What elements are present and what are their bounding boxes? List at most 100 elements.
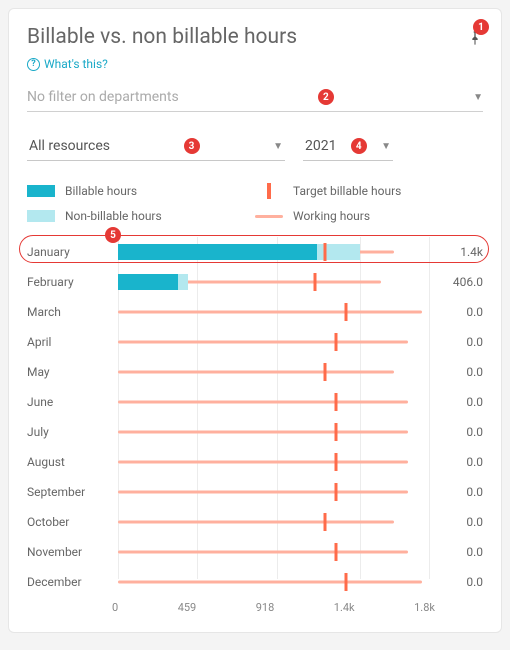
value-label: 0.0 bbox=[435, 575, 483, 589]
help-icon: ? bbox=[27, 58, 40, 71]
bar-area bbox=[118, 237, 429, 267]
billable-bar bbox=[118, 274, 178, 290]
whats-this-label: What's this? bbox=[44, 57, 108, 71]
page-title: Billable vs. non billable hours bbox=[27, 25, 297, 49]
working-hours-line bbox=[118, 461, 408, 464]
value-label: 1.4k bbox=[435, 245, 483, 259]
callout-badge-3: 3 bbox=[184, 138, 200, 154]
working-hours-line bbox=[118, 521, 394, 524]
target-tick bbox=[334, 483, 337, 501]
month-label: July bbox=[27, 425, 112, 439]
chart-row: November 0.0 bbox=[27, 537, 483, 567]
month-label: November bbox=[27, 545, 112, 559]
bar-area bbox=[118, 537, 429, 567]
value-label: 0.0 bbox=[435, 485, 483, 499]
month-label: April bbox=[27, 335, 112, 349]
month-label: March bbox=[27, 305, 112, 319]
working-hours-line bbox=[118, 551, 408, 554]
callout-badge-4: 4 bbox=[351, 138, 367, 154]
target-tick bbox=[334, 543, 337, 561]
chart: January1.4kFebruary406.0March0.0April0.0… bbox=[27, 237, 483, 597]
bar-area bbox=[118, 387, 429, 417]
working-hours-line bbox=[118, 311, 422, 314]
axis-tick: 918 bbox=[256, 601, 275, 614]
legend-working: Working hours bbox=[255, 209, 483, 223]
target-tick bbox=[334, 393, 337, 411]
target-tick bbox=[324, 513, 327, 531]
whats-this-link[interactable]: ? What's this? bbox=[27, 57, 108, 71]
chart-row: September 0.0 bbox=[27, 477, 483, 507]
working-hours-line bbox=[118, 371, 394, 374]
month-label: May bbox=[27, 365, 112, 379]
chart-row: April0.0 bbox=[27, 327, 483, 357]
legend: Billable hours Target billable hours Non… bbox=[27, 183, 483, 223]
value-label: 0.0 bbox=[435, 425, 483, 439]
month-label: September bbox=[27, 485, 112, 499]
value-label: 406.0 bbox=[435, 275, 483, 289]
chevron-down-icon: ▼ bbox=[273, 141, 283, 152]
axis-tick: 1.8k bbox=[414, 601, 435, 614]
year-select[interactable]: 2021 4 ▼ bbox=[303, 134, 393, 161]
bar-area bbox=[118, 267, 429, 297]
month-label: June bbox=[27, 395, 112, 409]
value-label: 0.0 bbox=[435, 305, 483, 319]
bar-area bbox=[118, 417, 429, 447]
callout-badge-2: 2 bbox=[318, 89, 334, 105]
x-axis: 0 459 918 1.4k 1.8k bbox=[27, 601, 483, 614]
target-tick bbox=[345, 573, 348, 591]
value-label: 0.0 bbox=[435, 395, 483, 409]
target-tick bbox=[324, 243, 327, 261]
month-label: August bbox=[27, 455, 112, 469]
target-tick bbox=[345, 303, 348, 321]
resources-select-label: All resources bbox=[29, 138, 110, 154]
month-label: December bbox=[27, 575, 112, 589]
legend-target: Target billable hours bbox=[255, 183, 483, 199]
chart-row: December 0.0 bbox=[27, 567, 483, 597]
x-axis-ticks: 0 459 918 1.4k 1.8k bbox=[112, 601, 435, 614]
widget-card: Billable vs. non billable hours 1 ? What… bbox=[8, 8, 502, 633]
bar-area bbox=[118, 357, 429, 387]
value-label: 0.0 bbox=[435, 455, 483, 469]
working-hours-line bbox=[118, 491, 408, 494]
chart-row: February 406.0 bbox=[27, 267, 483, 297]
chart-row: October0.0 bbox=[27, 507, 483, 537]
chevron-down-icon: ▼ bbox=[473, 92, 483, 103]
chart-row: June 0.0 bbox=[27, 387, 483, 417]
department-filter[interactable]: No filter on departments 2 ▼ bbox=[27, 89, 483, 112]
bar-area bbox=[118, 507, 429, 537]
header: Billable vs. non billable hours 1 bbox=[27, 25, 483, 51]
value-label: 0.0 bbox=[435, 545, 483, 559]
chevron-down-icon: ▼ bbox=[381, 141, 391, 152]
nonbillable-bar bbox=[178, 274, 188, 290]
target-tick bbox=[313, 273, 316, 291]
bar-area bbox=[118, 297, 429, 327]
chart-row: August 0.0 bbox=[27, 447, 483, 477]
billable-bar bbox=[118, 244, 317, 260]
year-select-label: 2021 bbox=[305, 138, 336, 154]
chart-row: July 0.0 bbox=[27, 417, 483, 447]
stacked-bar bbox=[118, 274, 188, 290]
axis-tick: 1.4k bbox=[334, 601, 355, 614]
pin-button[interactable]: 1 bbox=[467, 25, 483, 51]
swatch-nonbillable bbox=[27, 210, 55, 222]
swatch-target bbox=[267, 183, 271, 199]
legend-billable: Billable hours bbox=[27, 183, 255, 199]
working-hours-line bbox=[118, 341, 408, 344]
callout-badge-1: 1 bbox=[473, 19, 489, 35]
axis-tick: 459 bbox=[178, 601, 197, 614]
bar-area bbox=[118, 447, 429, 477]
working-hours-line bbox=[118, 431, 408, 434]
month-label: February bbox=[27, 275, 112, 289]
chart-row: May0.0 bbox=[27, 357, 483, 387]
working-hours-line bbox=[118, 581, 422, 584]
bar-area bbox=[118, 477, 429, 507]
selects-row: All resources 3 ▼ 2021 4 ▼ bbox=[27, 134, 483, 161]
chart-row: March 0.0 bbox=[27, 297, 483, 327]
axis-tick: 0 bbox=[112, 601, 118, 614]
department-filter-placeholder: No filter on departments bbox=[27, 89, 179, 105]
target-tick bbox=[334, 333, 337, 351]
resources-select[interactable]: All resources 3 ▼ bbox=[27, 134, 285, 161]
swatch-billable bbox=[27, 185, 55, 197]
legend-nonbillable: Non-billable hours bbox=[27, 209, 255, 223]
target-tick bbox=[334, 423, 337, 441]
